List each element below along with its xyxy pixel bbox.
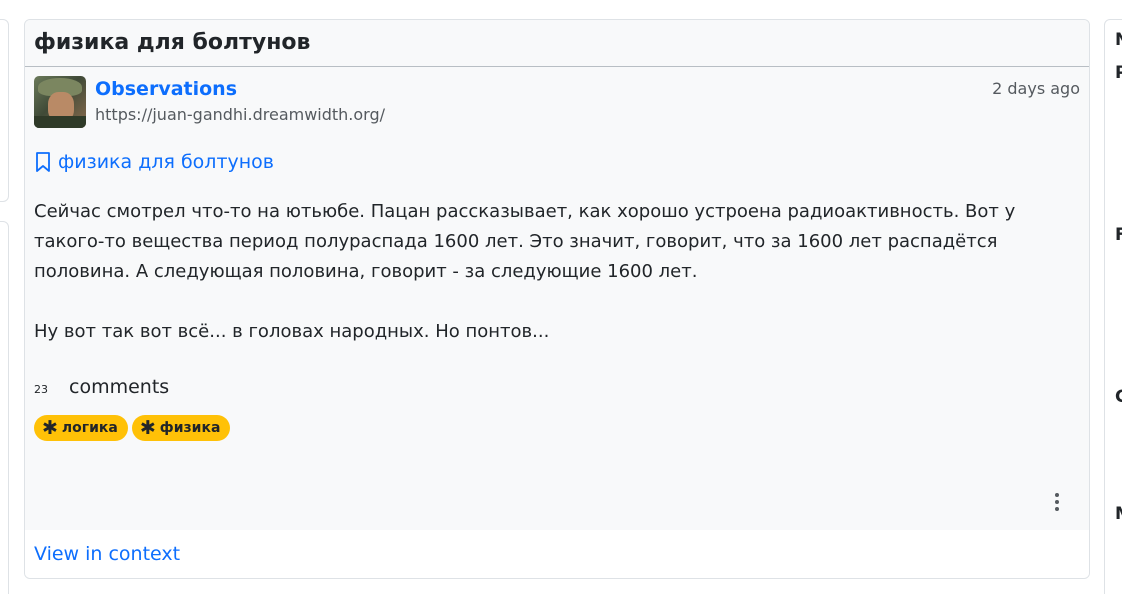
tag-label: логика [61,420,118,436]
sidebar-heading: P [1115,63,1122,83]
sidebar-heading: F [1115,225,1122,245]
comments-link[interactable]: 23 comments [34,376,1080,406]
journal-url: https://juan-gandhi.dreamwidth.org/ [95,105,386,124]
avatar[interactable] [34,76,86,128]
tag-logic[interactable]: ✱ логика [34,415,128,441]
tag-label: физика [159,420,221,436]
asterisk-icon: ✱ [139,416,156,439]
right-sidebar: N P F C M [1104,19,1122,594]
tag-list: ✱ логика ✱ физика [34,415,1080,441]
post-header: физика для болтунов [25,20,1089,67]
comments-label[interactable]: comments [69,376,169,398]
post-card: физика для болтунов Observations https:/… [24,19,1090,579]
sidebar-heading: N [1115,30,1122,50]
kebab-dot [1055,500,1059,504]
left-column-card [0,221,9,594]
comments-count: 23 [34,383,48,396]
post-paragraph: Ну вот так вот всё... в головах народных… [34,321,550,342]
view-in-context-link[interactable]: View in context [34,543,180,565]
post-content: Сейчас смотрел что-то на ютьюбе. Пацан р… [34,197,1082,347]
bookmark-icon [36,152,50,172]
tag-physics[interactable]: ✱ физика [131,415,231,441]
journal-name-link[interactable]: Observations [95,77,237,101]
post-footer: View in context [25,530,1089,578]
sidebar-heading: C [1115,387,1122,407]
kebab-dot [1055,493,1059,497]
post-body: Observations https://juan-gandhi.dreamwi… [25,67,1089,530]
kebab-dot [1055,507,1059,511]
post-permalink[interactable]: физика для болтунов [58,150,274,174]
sidebar-heading: M [1115,504,1122,524]
more-options-button[interactable] [1045,488,1069,516]
post-timestamp: 2 days ago [992,79,1080,98]
page: физика для болтунов Observations https:/… [0,0,1122,594]
post-title: физика для болтунов [34,30,311,55]
asterisk-icon: ✱ [42,416,58,439]
left-column-card [0,19,9,202]
bookmark-link-row[interactable]: физика для болтунов [34,149,1080,175]
post-paragraph: Сейчас смотрел что-то на ютьюбе. Пацан р… [34,201,1016,282]
author-row: Observations https://juan-gandhi.dreamwi… [34,67,1080,131]
